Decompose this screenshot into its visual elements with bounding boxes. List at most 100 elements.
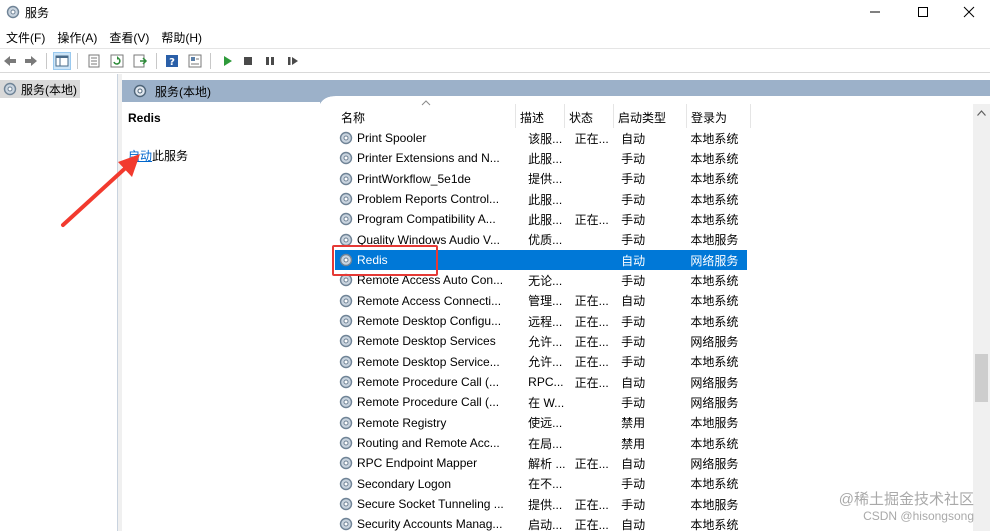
service-gear-icon xyxy=(339,416,353,429)
service-status: 正在... xyxy=(574,131,609,146)
table-row[interactable]: Remote Access Connecti... 管理... 正在... 自动 本地系… xyxy=(335,291,747,311)
table-row[interactable]: Print Spooler 该服... 正在... 自动 本地系统 xyxy=(335,128,747,148)
service-name: Remote Desktop Configu... xyxy=(357,314,502,329)
menu-action[interactable]: 操作(A) xyxy=(51,26,103,46)
service-name: Remote Procedure Call (... xyxy=(357,395,500,410)
service-logon-as: 本地服务 xyxy=(690,497,739,512)
service-name: Secondary Logon xyxy=(357,476,452,491)
window-title: 服务 xyxy=(25,6,50,20)
service-startup-type: 手动 xyxy=(621,233,646,248)
maximize-button[interactable] xyxy=(900,0,946,24)
view-icon xyxy=(188,54,202,68)
column-header-startup-type[interactable]: 启动类型 xyxy=(614,104,687,128)
table-row[interactable]: Printer Extensions and N... 此服... 手动 本地系统 xyxy=(335,148,747,168)
service-startup-type: 自动 xyxy=(621,131,646,146)
service-name: Routing and Remote Acc... xyxy=(357,436,500,451)
refresh-button[interactable] xyxy=(108,52,126,70)
service-status: 正在... xyxy=(574,212,609,227)
service-startup-type: 手动 xyxy=(621,212,646,227)
menu-view[interactable]: 查看(V) xyxy=(103,26,155,46)
menu-bar: 文件(F) 操作(A) 查看(V) 帮助(H) xyxy=(0,26,208,46)
resume-service-button[interactable] xyxy=(284,52,302,70)
service-description: 优质... xyxy=(528,233,563,248)
properties-button[interactable] xyxy=(85,52,103,70)
table-row[interactable]: Remote Procedure Call (... 在 W... 手动 网络服务 xyxy=(335,392,747,412)
service-name: Remote Desktop Services xyxy=(357,334,496,349)
annotation-arrow-icon xyxy=(61,154,140,227)
table-row[interactable]: Problem Reports Control... 此服... 手动 本地系统 xyxy=(335,189,747,209)
service-startup-type: 手动 xyxy=(621,314,646,329)
toolbar-separator xyxy=(77,53,78,69)
service-gear-icon xyxy=(339,518,353,531)
table-row[interactable]: Secondary Logon 在不... 手动 本地系统 xyxy=(335,474,747,494)
service-logon-as: 本地服务 xyxy=(690,233,739,248)
title-bar: 服务 xyxy=(0,0,990,26)
service-gear-icon xyxy=(339,314,353,328)
service-name: Problem Reports Control... xyxy=(357,192,500,207)
service-startup-type: 手动 xyxy=(621,334,646,349)
resume-icon xyxy=(288,57,298,65)
table-row[interactable]: Remote Procedure Call (... RPC... 正在... 自动 网… xyxy=(335,372,747,392)
table-row[interactable]: Security Accounts Manag... 启动... 正在... 自动 本地… xyxy=(335,514,747,531)
table-row[interactable]: Remote Registry 使远... 禁用 本地服务 xyxy=(335,413,747,433)
help-button[interactable]: ? xyxy=(163,52,181,70)
table-row[interactable]: Routing and Remote Acc... 在局... 禁用 本地系统 xyxy=(335,433,747,453)
service-status: 正在... xyxy=(574,375,609,390)
service-description: 在不... xyxy=(528,477,563,492)
table-row[interactable]: Secure Socket Tunneling ... 提供... 正在... 手动 本… xyxy=(335,494,747,514)
service-name: Printer Extensions and N... xyxy=(357,151,500,166)
service-gear-icon xyxy=(339,477,353,490)
service-logon-as: 本地系统 xyxy=(690,314,739,329)
maximize-icon xyxy=(918,7,928,17)
service-startup-type: 手动 xyxy=(621,151,646,166)
scrollbar-thumb[interactable] xyxy=(975,354,988,402)
start-service-button[interactable] xyxy=(218,52,236,70)
pause-icon xyxy=(266,57,274,65)
help-icon: ? xyxy=(166,55,178,68)
view-button[interactable] xyxy=(186,52,204,70)
menu-file[interactable]: 文件(F) xyxy=(0,26,51,46)
service-description: 允许... xyxy=(528,355,563,370)
pause-service-button[interactable] xyxy=(261,52,279,70)
export-button[interactable] xyxy=(131,52,149,70)
back-button[interactable] xyxy=(1,52,19,70)
stop-service-button[interactable] xyxy=(239,52,257,70)
description-panel: Redis 启动此服务 xyxy=(122,102,332,531)
table-row[interactable]: PrintWorkflow_5e1de 提供... 手动 本地系统 xyxy=(335,169,747,189)
tree-item-services-local[interactable]: 服务(本地) xyxy=(0,80,80,98)
column-header-status[interactable]: 状态 xyxy=(565,104,614,128)
close-button[interactable] xyxy=(946,0,990,24)
vertical-scrollbar[interactable] xyxy=(973,104,990,531)
table-row[interactable]: Remote Desktop Services 允许... 正在... 手动 网络服务 xyxy=(335,331,747,351)
service-logon-as: 网络服务 xyxy=(690,456,739,471)
table-row[interactable]: RPC Endpoint Mapper 解析 ... 正在... 自动 网络服务 xyxy=(335,453,747,473)
service-logon-as: 网络服务 xyxy=(690,375,739,390)
forward-button[interactable] xyxy=(22,52,40,70)
service-logon-as: 本地系统 xyxy=(690,273,739,288)
service-logon-as: 本地系统 xyxy=(690,355,739,370)
properties-icon xyxy=(88,54,100,68)
show-hide-tree-button[interactable] xyxy=(53,52,71,70)
close-icon xyxy=(963,6,975,18)
table-row[interactable]: Remote Desktop Configu... 远程... 正在... 手动 本地系… xyxy=(335,311,747,331)
column-header-name[interactable]: 名称 xyxy=(337,104,516,128)
service-name: Program Compatibility A... xyxy=(357,212,496,227)
navigation-tree: 服务(本地) xyxy=(0,74,118,531)
highlight-box xyxy=(332,245,438,276)
column-header-description[interactable]: 描述 xyxy=(516,104,565,128)
scroll-up-icon[interactable] xyxy=(977,110,986,116)
service-gear-icon xyxy=(339,497,353,511)
table-row[interactable]: Program Compatibility A... 此服... 正在... 手动 本地… xyxy=(335,209,747,229)
toolbar-separator xyxy=(46,53,47,69)
table-row[interactable]: Remote Desktop Service... 允许... 正在... 手动 本地系… xyxy=(335,352,747,372)
service-logon-as: 本地系统 xyxy=(690,294,739,309)
service-startup-type: 自动 xyxy=(621,253,646,268)
menu-help[interactable]: 帮助(H) xyxy=(155,26,208,46)
service-description: 该服... xyxy=(528,131,563,146)
service-description: 此服... xyxy=(528,151,563,166)
service-name: Remote Registry xyxy=(357,415,447,430)
column-header-row: 名称 描述 状态 启动类型 登录为 xyxy=(337,104,751,128)
column-header-logon-as[interactable]: 登录为 xyxy=(687,104,751,128)
minimize-button[interactable] xyxy=(852,0,898,24)
service-startup-type: 手动 xyxy=(621,355,646,370)
